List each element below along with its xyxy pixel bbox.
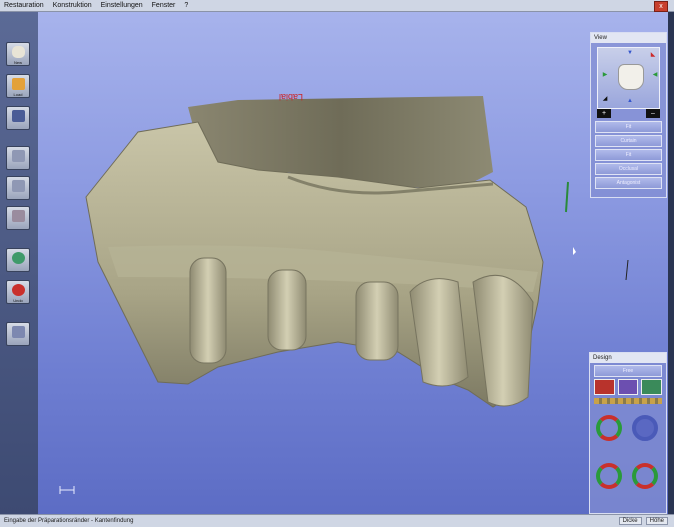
left-toolbar: New Load Undo — [0, 12, 39, 517]
status-bar: Eingabe der Präparationsränder - Kantenf… — [0, 514, 674, 527]
menu-einstellungen[interactable]: Einstellungen — [101, 2, 143, 9]
status-height[interactable]: Höhe — [645, 517, 668, 525]
status-thickness[interactable]: Dicke — [618, 517, 642, 525]
view-occlusal-button[interactable]: Occlusal — [595, 163, 662, 175]
mouse-pointer-icon — [573, 247, 576, 255]
view-panel: View ▼ ▲ ▶ ◀ ◣ ◢ + – Fit Curtain Fit Occ… — [590, 32, 667, 198]
cube-icon — [12, 326, 25, 338]
design-ring-control-3[interactable] — [632, 463, 658, 489]
model-side-label: Labial — [279, 92, 303, 102]
3d-viewport[interactable]: Labial View ▼ ▲ ▶ ◀ ◣ ◢ + – Fit Curtain … — [38, 12, 668, 517]
new-button[interactable]: New — [6, 42, 30, 66]
status-hint: Eingabe der Präparationsränder - Kantenf… — [4, 518, 134, 524]
load-button-label: Load — [13, 92, 23, 97]
axis-marker — [625, 259, 629, 281]
undo-button[interactable]: Undo — [6, 280, 30, 304]
cube-tool-button[interactable] — [6, 322, 30, 346]
zoom-out-button[interactable]: – — [646, 109, 660, 118]
design-zoom-control[interactable] — [632, 415, 658, 441]
tooth-4 — [409, 278, 469, 387]
design-panel-title: Design — [590, 353, 666, 363]
menu-konstruktion[interactable]: Konstruktion — [53, 2, 92, 9]
undo-button-label: Undo — [13, 298, 23, 303]
scale-bar — [59, 486, 75, 494]
view-curtain-button[interactable]: Curtain — [595, 135, 662, 147]
view-fit-button[interactable]: Fit — [595, 121, 662, 133]
design-free-button[interactable]: Free — [594, 365, 662, 377]
view-panel-title: View — [591, 33, 666, 43]
menu-help[interactable]: ? — [184, 2, 188, 9]
view-bottom-arrow-icon[interactable]: ▲ — [625, 96, 635, 106]
view-antagonist-button[interactable]: Antagonist — [595, 177, 662, 189]
view-right-arrow-icon[interactable]: ◀ — [650, 70, 660, 80]
menu-fenster[interactable]: Fenster — [152, 2, 176, 9]
design-panel: Design Free — [589, 352, 667, 514]
new-button-label: New — [13, 60, 22, 65]
design-ring-control-1[interactable] — [596, 415, 622, 441]
view-diagonal-arrow-icon-2[interactable]: ◢ — [600, 94, 610, 104]
menu-restauration[interactable]: Restauration — [4, 2, 44, 9]
tooth-icon — [12, 180, 25, 192]
folder-icon — [12, 78, 25, 90]
design-tool-green-hand-icon[interactable] — [641, 379, 663, 395]
load-button[interactable]: Load — [6, 74, 30, 98]
tooth-orientation-icon — [618, 64, 644, 90]
tooth-stump-3 — [355, 281, 399, 361]
dental-model-scan[interactable]: Labial — [38, 12, 668, 517]
new-tooth-icon — [12, 46, 25, 58]
tooth-tool-button-1[interactable] — [6, 146, 30, 170]
view-left-arrow-icon[interactable]: ▶ — [600, 70, 610, 80]
design-ring-control-2[interactable] — [596, 463, 622, 489]
axis-marker-green — [565, 181, 569, 213]
tooth-icon — [12, 150, 25, 162]
menu-bar: Restauration Konstruktion Einstellungen … — [0, 0, 674, 12]
view-diagonal-arrow-icon[interactable]: ◣ — [648, 50, 658, 60]
tooth-tool-button-3[interactable] — [6, 206, 30, 230]
view-fit-button-2[interactable]: Fit — [595, 149, 662, 161]
save-icon — [12, 110, 25, 122]
tooth-icon — [12, 210, 25, 222]
arrow-right-icon — [12, 252, 25, 264]
arrow-left-icon — [12, 284, 25, 296]
save-button[interactable] — [6, 106, 30, 130]
zoom-in-button[interactable]: + — [597, 109, 611, 118]
design-tool-purple-hand-icon[interactable] — [617, 379, 639, 395]
tooth-stump-2 — [267, 269, 307, 351]
tooth-tool-button-2[interactable] — [6, 176, 30, 200]
view-orientation-control[interactable]: ▼ ▲ ▶ ◀ ◣ ◢ — [597, 47, 660, 109]
tooth-stump-1 — [189, 257, 227, 364]
design-tool-red-hand-icon[interactable] — [594, 379, 615, 395]
next-button[interactable] — [6, 248, 30, 272]
close-icon[interactable]: x — [654, 1, 668, 12]
view-top-arrow-icon[interactable]: ▼ — [625, 48, 635, 58]
design-size-dots[interactable] — [594, 398, 662, 404]
